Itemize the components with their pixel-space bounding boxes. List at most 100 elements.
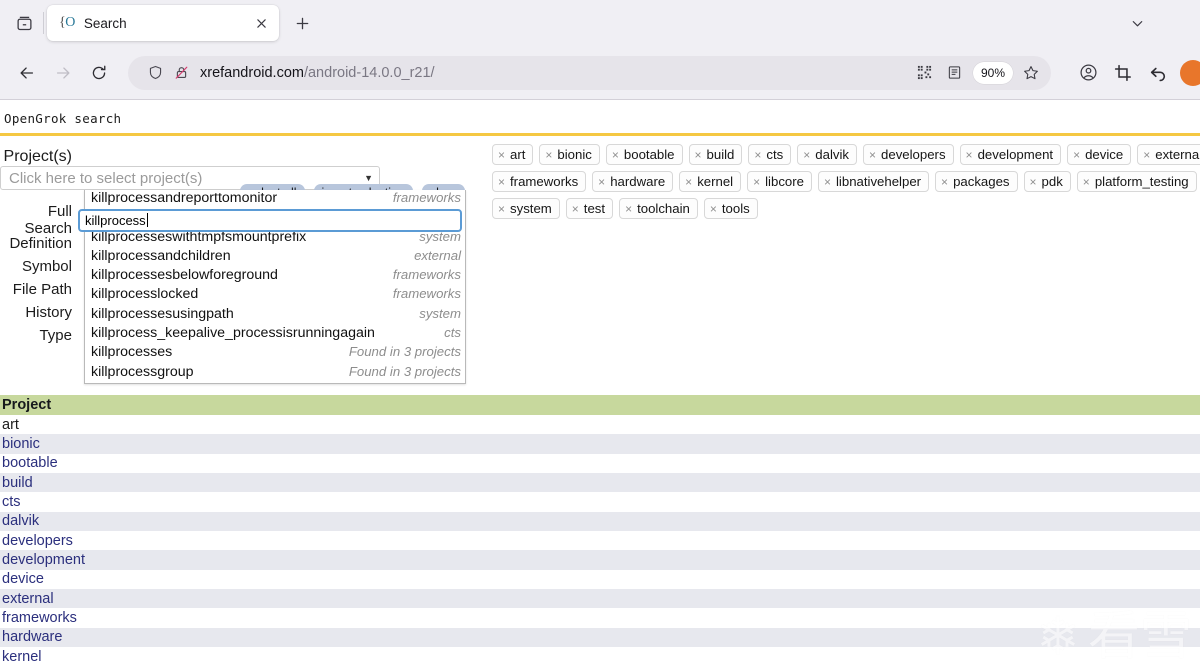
- project-tag[interactable]: × test: [565, 198, 614, 219]
- project-link[interactable]: art: [2, 417, 19, 433]
- project-tag[interactable]: × kernel: [679, 171, 742, 192]
- project-tag[interactable]: × frameworks: [492, 171, 587, 192]
- shield-icon[interactable]: [142, 60, 168, 86]
- collections-icon[interactable]: [6, 5, 42, 41]
- project-tag[interactable]: × cts: [748, 144, 792, 165]
- tab-list-chevron-down-icon[interactable]: [1122, 8, 1152, 38]
- autocomplete-item-meta: system: [419, 305, 461, 321]
- projects-row: Project(s) Click here to select project(…: [0, 148, 480, 190]
- project-link[interactable]: developers: [2, 533, 73, 549]
- new-tab-button[interactable]: [285, 6, 319, 40]
- project-row[interactable]: build: [0, 473, 1200, 493]
- remove-tag-icon[interactable]: ×: [754, 149, 761, 161]
- remove-tag-icon[interactable]: ×: [869, 149, 876, 161]
- remove-tag-icon[interactable]: ×: [625, 203, 632, 215]
- project-link[interactable]: bionic: [2, 436, 40, 452]
- project-row[interactable]: hardware: [0, 627, 1200, 648]
- project-link[interactable]: development: [2, 552, 85, 568]
- remove-tag-icon[interactable]: ×: [966, 149, 973, 161]
- reload-icon[interactable]: [82, 56, 116, 90]
- close-icon[interactable]: [249, 11, 273, 35]
- remove-tag-icon[interactable]: ×: [612, 149, 619, 161]
- url-text[interactable]: xrefandroid.com/android-14.0.0_r21/: [200, 65, 911, 81]
- autocomplete-item[interactable]: killprocessandreporttomonitor frameworks: [85, 190, 465, 209]
- autocomplete-item[interactable]: killprocess_keepalive_processisrunningag…: [85, 325, 465, 344]
- autocomplete-item[interactable]: killprocessesbelowforeground frameworks: [85, 267, 465, 286]
- project-tag[interactable]: × toolchain: [619, 198, 698, 219]
- remove-tag-icon[interactable]: ×: [695, 149, 702, 161]
- remove-tag-icon[interactable]: ×: [685, 176, 692, 188]
- project-tag[interactable]: × build: [688, 144, 743, 165]
- project-tag[interactable]: × bionic: [539, 144, 600, 165]
- autocomplete-item[interactable]: killprocesslocked frameworks: [85, 286, 465, 305]
- project-row[interactable]: developers: [0, 531, 1200, 551]
- project-row[interactable]: cts: [0, 492, 1200, 512]
- project-row[interactable]: art: [0, 415, 1200, 435]
- project-row[interactable]: bionic: [0, 434, 1200, 454]
- back-arrow-icon[interactable]: [10, 56, 44, 90]
- project-tag[interactable]: × libcore: [747, 171, 812, 192]
- account-icon[interactable]: [1071, 56, 1105, 90]
- project-tag[interactable]: × bootable: [605, 144, 683, 165]
- project-link[interactable]: frameworks: [2, 610, 77, 626]
- project-link[interactable]: hardware: [2, 629, 62, 645]
- project-link[interactable]: cts: [2, 494, 21, 510]
- project-row[interactable]: kernel: [0, 647, 1200, 667]
- undo-arrow-icon[interactable]: [1141, 56, 1175, 90]
- remove-tag-icon[interactable]: ×: [753, 176, 760, 188]
- project-row[interactable]: device: [0, 569, 1200, 590]
- autocomplete-item[interactable]: killprocessesusingpath system: [85, 306, 465, 325]
- crop-screenshot-icon[interactable]: [1106, 56, 1140, 90]
- project-tag[interactable]: × developers: [863, 144, 954, 165]
- project-link[interactable]: kernel: [2, 649, 42, 665]
- remove-tag-icon[interactable]: ×: [1083, 176, 1090, 188]
- full-search-input[interactable]: killprocess: [78, 208, 462, 232]
- project-tag[interactable]: × platform_testing: [1076, 171, 1197, 192]
- remove-tag-icon[interactable]: ×: [598, 176, 605, 188]
- project-row[interactable]: development: [0, 550, 1200, 570]
- remove-tag-icon[interactable]: ×: [1073, 149, 1080, 161]
- remove-tag-icon[interactable]: ×: [498, 176, 505, 188]
- project-tag[interactable]: × external: [1137, 144, 1200, 165]
- remove-tag-icon[interactable]: ×: [824, 176, 831, 188]
- project-row[interactable]: external: [0, 589, 1200, 609]
- remove-tag-icon[interactable]: ×: [498, 149, 505, 161]
- autocomplete-item[interactable]: killprocesses Found in 3 projects: [85, 344, 465, 363]
- project-tag[interactable]: × hardware: [592, 171, 674, 192]
- project-link[interactable]: device: [2, 571, 44, 587]
- remove-tag-icon[interactable]: ×: [572, 203, 579, 215]
- project-row[interactable]: dalvik: [0, 511, 1200, 532]
- project-row[interactable]: frameworks: [0, 608, 1200, 628]
- project-tag[interactable]: × libnativehelper: [817, 171, 930, 192]
- project-tag[interactable]: × art: [492, 144, 534, 165]
- project-link[interactable]: dalvik: [2, 513, 39, 529]
- project-row[interactable]: bootable: [0, 453, 1200, 474]
- remove-tag-icon[interactable]: ×: [941, 176, 948, 188]
- lock-crossed-icon[interactable]: [168, 60, 194, 86]
- project-tag[interactable]: × tools: [703, 198, 758, 219]
- star-icon[interactable]: [1017, 59, 1045, 87]
- project-tag[interactable]: × system: [492, 198, 560, 219]
- project-tag[interactable]: × packages: [935, 171, 1018, 192]
- autocomplete-item[interactable]: killprocessgroup Found in 3 projects: [85, 364, 465, 383]
- project-tag[interactable]: × pdk: [1023, 171, 1071, 192]
- autocomplete-item[interactable]: killprocessandchildren external: [85, 248, 465, 267]
- project-link[interactable]: build: [2, 475, 33, 491]
- qr-code-icon[interactable]: [911, 59, 939, 87]
- remove-tag-icon[interactable]: ×: [545, 149, 552, 161]
- project-tag[interactable]: × dalvik: [797, 144, 858, 165]
- project-tag[interactable]: × development: [959, 144, 1062, 165]
- remove-tag-icon[interactable]: ×: [1143, 149, 1150, 161]
- remove-tag-icon[interactable]: ×: [710, 203, 717, 215]
- zoom-level-badge[interactable]: 90%: [972, 61, 1013, 84]
- remove-tag-icon[interactable]: ×: [1030, 176, 1037, 188]
- project-link[interactable]: external: [2, 591, 54, 607]
- project-link[interactable]: bootable: [2, 455, 58, 471]
- browser-tab-active[interactable]: {O Search: [47, 5, 279, 41]
- reader-view-icon[interactable]: [941, 59, 969, 87]
- remove-tag-icon[interactable]: ×: [498, 203, 505, 215]
- profile-avatar[interactable]: [1180, 59, 1200, 86]
- address-bar[interactable]: xrefandroid.com/android-14.0.0_r21/ 90%: [128, 55, 1051, 90]
- remove-tag-icon[interactable]: ×: [803, 149, 810, 161]
- project-tag[interactable]: × device: [1067, 144, 1132, 165]
